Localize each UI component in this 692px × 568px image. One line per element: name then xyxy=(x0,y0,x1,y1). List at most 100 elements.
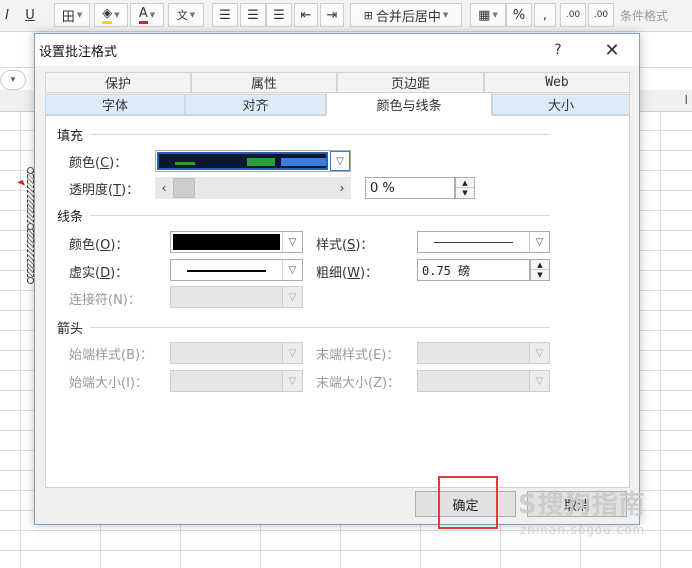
align-left-icon: ☰ xyxy=(219,7,231,23)
line-style-sample xyxy=(434,242,513,243)
border-button[interactable]: 田 ▼ xyxy=(54,3,90,27)
transparency-spinner[interactable]: ▲ ▼ xyxy=(455,177,475,199)
connector-label: 连接符(N)： xyxy=(69,293,141,308)
tab-properties[interactable]: 属性 xyxy=(191,72,337,93)
comment-shape[interactable] xyxy=(27,167,34,284)
excel-ribbon: I U 田 ▼ ◈ ▼ A ▼ 文 ▼ ☰ ☰ ☰ ⇤ ⇥ ⊞ 合并后居中 ▼ ▦ ▼ %… xyxy=(0,0,692,32)
tab-size[interactable]: 大小 xyxy=(492,94,630,115)
paint-bucket-icon: ◈ xyxy=(102,6,113,24)
chevron-down-icon: ▼ xyxy=(189,11,196,19)
tab-web[interactable]: Web xyxy=(484,72,630,93)
slider-thumb[interactable] xyxy=(173,178,195,198)
increase-decimal-button[interactable]: .00 xyxy=(560,3,586,27)
transparency-input[interactable]: 0 % xyxy=(365,177,455,199)
chevron-down-icon: ▽ xyxy=(529,371,549,391)
end-size-label: 末端大小(Z)： xyxy=(316,376,401,391)
chevron-down-icon: ▽ xyxy=(282,260,302,280)
spin-down-icon[interactable]: ▼ xyxy=(456,188,474,198)
fill-color-label: 颜色(C)： xyxy=(69,156,128,171)
resize-handle[interactable] xyxy=(27,167,34,174)
chevron-down-icon: ▽ xyxy=(330,151,350,171)
format-comment-dialog: 设置批注格式 ? ✕ 保护 属性 页边距 Web 字体 对齐 颜色与线条 大小 … xyxy=(34,33,640,529)
chevron-down-icon: ▽ xyxy=(282,343,302,363)
percent-button[interactable]: % xyxy=(506,3,532,27)
accounting-format-button[interactable]: ▦ ▼ xyxy=(470,3,506,27)
line-group-label: 线条 xyxy=(57,210,84,225)
dialog-titlebar[interactable]: 设置批注格式 ? ✕ xyxy=(35,34,639,66)
chevron-down-icon: ▽ xyxy=(529,343,549,363)
fill-color-swatch xyxy=(157,152,328,170)
spin-down-icon[interactable]: ▼ xyxy=(531,270,549,280)
line-weight-spinner[interactable]: ▲ ▼ xyxy=(530,259,550,281)
chevron-down-icon: ▾ xyxy=(10,75,16,85)
tab-alignment[interactable]: 对齐 xyxy=(185,94,326,115)
merge-center-button[interactable]: ⊞ 合并后居中 ▼ xyxy=(350,3,462,27)
underline-button[interactable]: U xyxy=(18,3,42,27)
font-color-button[interactable]: A ▼ xyxy=(130,3,164,27)
end-size-dropdown[interactable]: ▽ xyxy=(417,370,550,392)
outdent-icon: ⇥ xyxy=(326,7,338,23)
line-weight-input[interactable]: 0.75 磅 xyxy=(417,259,530,281)
line-color-swatch xyxy=(173,234,280,250)
divider xyxy=(90,327,550,328)
arrows-group-label: 箭头 xyxy=(57,322,84,337)
phonetic-icon: 文 xyxy=(176,9,188,22)
begin-size-dropdown[interactable]: ▽ xyxy=(170,370,303,392)
slider-right-arrow-icon[interactable]: › xyxy=(333,177,351,199)
decrease-decimal-button[interactable]: .00 xyxy=(588,3,614,27)
merge-center-label: 合并后居中 xyxy=(375,9,441,25)
dialog-title: 设置批注格式 xyxy=(39,45,118,60)
help-button[interactable]: ? xyxy=(547,39,569,61)
align-right-icon: ☰ xyxy=(273,7,285,23)
begin-style-label: 始端样式(B)： xyxy=(69,348,154,363)
begin-style-dropdown[interactable]: ▽ xyxy=(170,342,303,364)
chevron-down-icon: ▼ xyxy=(149,11,156,19)
chevron-down-icon: ▼ xyxy=(442,11,449,19)
end-style-label: 末端样式(E)： xyxy=(316,348,400,363)
tab-colors-and-lines[interactable]: 颜色与线条 xyxy=(326,92,492,116)
chevron-down-icon: ▽ xyxy=(282,287,302,307)
tab-panel: 填充 颜色(C)： ▽ 透明度(T)： ‹ › 0 % ▲ ▼ 线条 颜色(O)… xyxy=(45,115,630,488)
align-center-button[interactable]: ☰ xyxy=(240,3,266,27)
tab-margins[interactable]: 页边距 xyxy=(337,72,484,93)
decrease-indent-button[interactable]: ⇤ xyxy=(294,3,318,27)
close-icon: ✕ xyxy=(604,39,620,61)
fill-color-dropdown[interactable]: ▽ xyxy=(155,150,351,172)
increase-indent-button[interactable]: ⇥ xyxy=(320,3,344,27)
slider-left-arrow-icon[interactable]: ‹ xyxy=(155,177,173,199)
accounting-icon: ▦ xyxy=(478,7,491,23)
font-color-icon: A xyxy=(138,6,148,24)
italic-button[interactable]: I xyxy=(0,3,14,27)
divider xyxy=(90,215,550,216)
conditional-format-button[interactable]: 条件格式 xyxy=(620,3,690,27)
line-style-dropdown[interactable]: ▽ xyxy=(417,231,550,253)
dash-type-dropdown[interactable]: ▽ xyxy=(170,259,303,281)
close-button[interactable]: ✕ xyxy=(597,38,627,62)
column-header-label: I xyxy=(684,93,688,107)
connector-dropdown[interactable]: ▽ xyxy=(170,286,303,308)
phonetic-button[interactable]: 文 ▼ xyxy=(168,3,204,27)
tab-font[interactable]: 字体 xyxy=(45,94,185,115)
dash-sample xyxy=(187,270,266,272)
spin-up-icon[interactable]: ▲ xyxy=(456,178,474,188)
resize-handle[interactable] xyxy=(27,277,34,284)
tab-protection[interactable]: 保护 xyxy=(45,72,191,93)
dash-label: 虚实(D)： xyxy=(69,266,129,281)
align-right-button[interactable]: ☰ xyxy=(266,3,292,27)
border-icon: 田 xyxy=(61,9,75,25)
align-left-button[interactable]: ☰ xyxy=(212,3,238,27)
resize-handle[interactable] xyxy=(27,223,34,230)
fill-group-label: 填充 xyxy=(57,129,84,144)
merge-icon: ⊞ xyxy=(363,8,373,22)
comma-button[interactable]: , xyxy=(534,3,556,27)
end-style-dropdown[interactable]: ▽ xyxy=(417,342,550,364)
transparency-slider[interactable]: ‹ › xyxy=(155,177,351,199)
highlight-box xyxy=(438,476,498,529)
spin-up-icon[interactable]: ▲ xyxy=(531,260,549,270)
chevron-down-icon: ▼ xyxy=(76,11,83,19)
line-color-label: 颜色(O)： xyxy=(69,238,129,253)
align-center-icon: ☰ xyxy=(247,7,259,23)
fill-color-button[interactable]: ◈ ▼ xyxy=(94,3,128,27)
name-box-dropdown[interactable]: ▾ xyxy=(0,70,26,90)
line-color-dropdown[interactable]: ▽ xyxy=(170,231,303,253)
